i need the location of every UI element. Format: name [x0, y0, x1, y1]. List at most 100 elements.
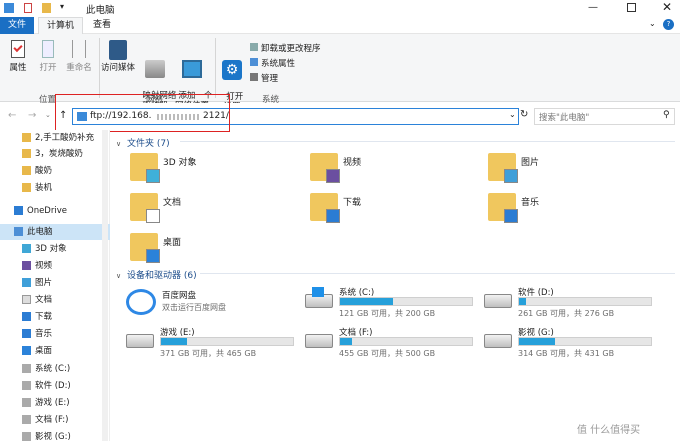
music-icon: [22, 329, 31, 338]
sidebar-item-label: 系统 (C:): [35, 364, 71, 374]
folder-icon: [22, 183, 31, 192]
maximize-button[interactable]: [627, 3, 636, 12]
devices-divider: [200, 273, 675, 274]
folders-header-label: 文件夹 (7): [127, 139, 170, 149]
drive-item[interactable]: 文档 (F:) 455 GB 可用，共 500 GB: [305, 326, 477, 360]
ribbon-collapse-icon[interactable]: ⌄: [649, 19, 656, 28]
sidebar-item-label: 视频: [35, 261, 53, 271]
gear-icon: ⚙: [222, 60, 242, 80]
properties-label: 属性: [9, 63, 27, 73]
folder-icon: [22, 166, 31, 175]
devices-header[interactable]: ∨ 设备和驱动器 (6): [116, 268, 197, 281]
search-placeholder: 搜索"此电脑": [539, 113, 590, 123]
sidebar-item-label: 影视 (G:): [35, 432, 71, 442]
sidebar-item-9[interactable]: 文档: [0, 292, 110, 308]
map-drive-icon: [145, 60, 165, 78]
forward-button[interactable]: →: [28, 110, 36, 121]
folder-item[interactable]: 文档: [130, 193, 280, 229]
folder-item[interactable]: 音乐: [488, 193, 638, 229]
sidebar-item-12[interactable]: 桌面: [0, 343, 110, 359]
back-button[interactable]: ←: [8, 110, 16, 121]
sidebar-item-0[interactable]: 2,手工酸奶补充: [0, 130, 110, 146]
sidebar-item-4[interactable]: OneDrive: [0, 203, 110, 219]
sidebar-item-8[interactable]: 图片: [0, 275, 110, 291]
tab-view[interactable]: 查看: [85, 17, 119, 34]
rename-button[interactable]: 重命名: [64, 40, 94, 73]
baidu-netdisk-item[interactable]: 百度网盘 双击运行百度网盘: [126, 287, 286, 321]
folder-overlay-icon: [146, 169, 160, 183]
folder-item[interactable]: 图片: [488, 153, 638, 189]
search-field[interactable]: 搜索"此电脑" ⚲: [534, 108, 675, 125]
baidu-cloud-icon: [126, 289, 156, 315]
quick-access-newfolder-icon[interactable]: [42, 3, 51, 13]
manage-link[interactable]: 管理: [250, 72, 278, 84]
3d-icon: [22, 244, 31, 253]
cloud-icon: [14, 206, 23, 215]
watermark-text: 值 什么值得买: [577, 425, 641, 436]
quick-access-properties-icon[interactable]: [24, 3, 32, 13]
sidebar-item-3[interactable]: 装机: [0, 180, 110, 196]
quick-access-dropdown-icon[interactable]: ▾: [60, 2, 64, 11]
sidebar-item-14[interactable]: 软件 (D:): [0, 378, 110, 394]
drive-icon: [22, 398, 31, 407]
sidebar-item-15[interactable]: 游戏 (E:): [0, 395, 110, 411]
uninstall-link[interactable]: 卸载或更改程序: [250, 42, 321, 54]
sidebar-item-11[interactable]: 音乐: [0, 326, 110, 342]
sidebar-item-1[interactable]: 3，炭烧酸奶: [0, 146, 110, 162]
chevron-down-icon: ∨: [116, 272, 122, 280]
tab-computer[interactable]: 计算机: [38, 17, 84, 34]
system-properties-link[interactable]: 系统属性: [250, 57, 295, 69]
drive-icon: [22, 415, 31, 424]
minimize-button[interactable]: —: [588, 2, 598, 13]
uninstall-label: 卸载或更改程序: [261, 44, 321, 54]
drive-usage-bar: [518, 297, 652, 306]
search-icon: ⚲: [663, 110, 670, 120]
sidebar-item-13[interactable]: 系统 (C:): [0, 361, 110, 377]
drive-usage-fill: [340, 298, 393, 305]
drive-item[interactable]: 软件 (D:) 261 GB 可用，共 276 GB: [484, 286, 656, 320]
help-icon[interactable]: ?: [663, 19, 674, 30]
folder-item[interactable]: 3D 对象: [130, 153, 280, 189]
sidebar-item-label: 文档: [35, 295, 53, 305]
sidebar-item-7[interactable]: 视频: [0, 258, 110, 274]
chevron-down-icon: ∨: [116, 140, 122, 148]
tab-file[interactable]: 文件: [0, 17, 34, 34]
folders-header[interactable]: ∨ 文件夹 (7): [116, 136, 170, 149]
sidebar-item-label: 下载: [35, 312, 53, 322]
sidebar-item-17[interactable]: 影视 (G:): [0, 429, 110, 445]
properties-button[interactable]: 属性: [6, 40, 30, 73]
access-media-button[interactable]: 访问媒体: [100, 40, 136, 73]
recent-dropdown[interactable]: ⌄: [45, 111, 51, 119]
folder-icon: [310, 193, 340, 223]
folder-item[interactable]: 下载: [310, 193, 460, 229]
folder-overlay-icon: [146, 249, 160, 263]
close-button[interactable]: ✕: [662, 0, 672, 14]
address-dropdown-icon[interactable]: ⌄: [509, 110, 516, 119]
sidebar-item-16[interactable]: 文档 (F:): [0, 412, 110, 428]
rename-label: 重命名: [66, 63, 92, 73]
open-button[interactable]: 打开: [36, 40, 60, 73]
sidebar-item-10[interactable]: 下载: [0, 309, 110, 325]
drive-icon: [484, 294, 512, 308]
ribbon-divider: [215, 38, 216, 98]
folder-overlay-icon: [326, 169, 340, 183]
drive-item[interactable]: 游戏 (E:) 371 GB 可用，共 465 GB: [126, 326, 298, 360]
folder-item[interactable]: 视频: [310, 153, 460, 189]
drive-icon: [126, 334, 154, 348]
sidebar-item-label: 软件 (D:): [35, 381, 71, 391]
sidebar-scrollbar[interactable]: [102, 130, 108, 441]
sidebar-item-5[interactable]: 此电脑: [0, 224, 110, 240]
refresh-button[interactable]: ↻: [520, 109, 528, 120]
drive-item[interactable]: 影视 (G:) 314 GB 可用，共 431 GB: [484, 326, 656, 360]
baidu-name: 百度网盘: [162, 291, 197, 301]
network-location-icon: [182, 60, 202, 78]
sidebar-item-2[interactable]: 酸奶: [0, 163, 110, 179]
folder-item[interactable]: 桌面: [130, 233, 280, 269]
drive-icon: [22, 432, 31, 441]
drive-item[interactable]: 系统 (C:) 121 GB 可用，共 200 GB: [305, 286, 477, 320]
folders-divider: [180, 141, 675, 142]
drive-info: 455 GB 可用，共 500 GB: [339, 349, 436, 358]
drive-info: 371 GB 可用，共 465 GB: [160, 349, 257, 358]
folder-label: 桌面: [163, 238, 182, 248]
sidebar-item-6[interactable]: 3D 对象: [0, 241, 110, 257]
